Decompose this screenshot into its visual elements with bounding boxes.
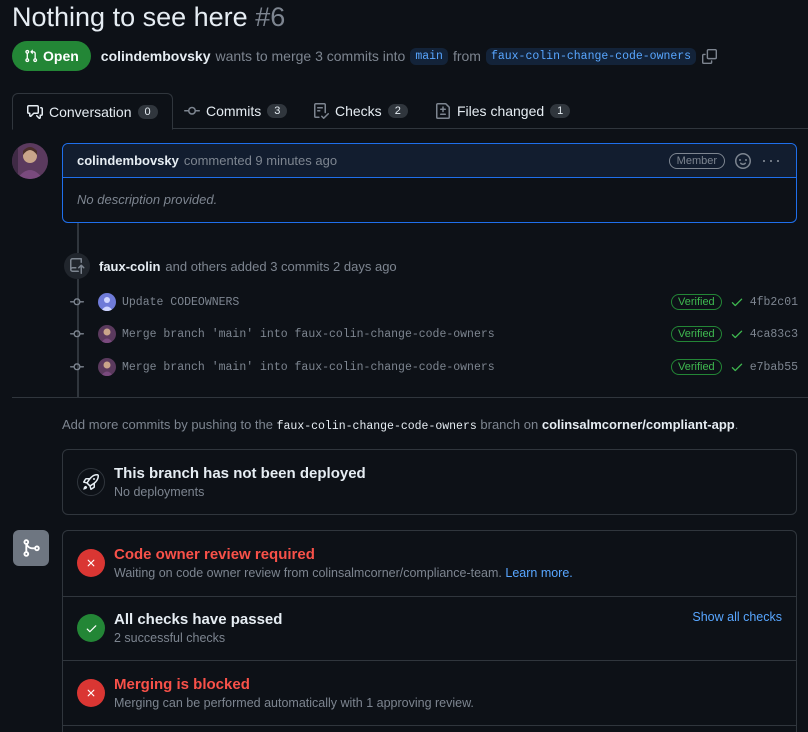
- deployment-title: This branch has not been deployed: [114, 465, 366, 482]
- pr-meta: Open colindembovsky wants to merge 3 com…: [12, 41, 718, 71]
- tab-counter: 1: [550, 104, 571, 118]
- file-diff-icon: [435, 103, 451, 119]
- deployment-status: This branch has not been deployed No dep…: [62, 449, 797, 515]
- member-badge: Member: [668, 152, 726, 169]
- deployment-subtitle: No deployments: [114, 485, 205, 499]
- hint-branch: faux-colin-change-code-owners: [276, 420, 477, 433]
- commit-avatar[interactable]: [98, 325, 116, 343]
- review-required-subtitle: Waiting on code owner review from colins…: [114, 566, 502, 580]
- check-icon[interactable]: [730, 327, 744, 341]
- commit-avatar[interactable]: [98, 293, 116, 311]
- commit-row: Merge branch 'main' into faux-colin-chan…: [70, 356, 798, 378]
- checks-subtitle: 2 successful checks: [114, 631, 226, 645]
- hint-prefix: Add more commits by pushing to the: [62, 417, 273, 432]
- timeline-divider: [12, 397, 808, 398]
- timeline-line: [77, 223, 79, 253]
- avatar[interactable]: [12, 143, 48, 179]
- push-event: faux-colin and others added 3 commits 2 …: [64, 253, 397, 279]
- tab-commits[interactable]: Commits 3: [170, 93, 301, 129]
- verified-badge[interactable]: Verified: [670, 326, 722, 342]
- git-commit-icon: [70, 295, 84, 309]
- hint-middle: branch on: [480, 417, 539, 432]
- merge-blocked-row: Merging is blocked Merging can be perfor…: [63, 674, 796, 712]
- commit-message[interactable]: Merge branch 'main' into faux-colin-chan…: [122, 328, 495, 341]
- x-circle-icon: [77, 679, 105, 707]
- row-divider: [63, 596, 796, 597]
- git-commit-icon: [184, 103, 200, 119]
- tab-counter: 0: [137, 104, 158, 119]
- review-required-row: Code owner review required Waiting on co…: [63, 544, 796, 582]
- row-divider: [63, 660, 796, 661]
- git-commit-icon: [70, 360, 84, 374]
- commit-sha[interactable]: 4fb2c01: [750, 296, 798, 309]
- pr-tabs: Conversation 0 Commits 3 Checks 2 Files …: [12, 93, 808, 130]
- verified-badge[interactable]: Verified: [670, 294, 722, 310]
- hint-suffix: .: [734, 417, 739, 432]
- learn-more-link[interactable]: Learn more.: [505, 566, 572, 580]
- merge-box: Code owner review required Waiting on co…: [62, 530, 797, 732]
- merge-text: wants to merge 3 commits into: [215, 48, 406, 64]
- tab-files-changed[interactable]: Files changed 1: [421, 93, 584, 129]
- verified-badge[interactable]: Verified: [670, 359, 722, 375]
- git-commit-icon: [70, 327, 84, 341]
- pr-description-comment: colindembovsky commented 9 minutes ago M…: [62, 143, 797, 223]
- tab-conversation[interactable]: Conversation 0: [12, 93, 173, 130]
- repo-push-icon: [64, 253, 90, 279]
- pull-request-icon: [24, 49, 38, 63]
- state-badge: Open: [12, 41, 91, 71]
- add-more-commits-hint: Add more commits by pushing to the faux-…: [62, 417, 738, 433]
- tab-counter: 3: [267, 104, 288, 118]
- tab-checks[interactable]: Checks 2: [299, 93, 422, 129]
- kebab-icon[interactable]: ···: [761, 150, 782, 171]
- git-merge-icon: [13, 530, 49, 566]
- merge-blocked-title: Merging is blocked: [114, 676, 250, 693]
- show-all-checks-button[interactable]: Show all checks: [692, 610, 782, 624]
- push-text: and others added 3 commits 2 days ago: [165, 258, 397, 274]
- comment-author[interactable]: colindembovsky: [77, 153, 179, 168]
- comment-time[interactable]: commented 9 minutes ago: [184, 153, 337, 168]
- from-text: from: [452, 48, 481, 64]
- repo-link[interactable]: colinsalmcorner/compliant-app: [542, 417, 735, 432]
- tab-label: Conversation: [49, 103, 132, 120]
- checklist-icon: [313, 103, 329, 119]
- commit-message[interactable]: Merge branch 'main' into faux-colin-chan…: [122, 361, 495, 374]
- comment-discussion-icon: [27, 104, 43, 120]
- row-divider: [63, 725, 796, 726]
- review-required-title: Code owner review required: [114, 546, 315, 563]
- base-branch[interactable]: main: [410, 47, 448, 65]
- commit-row: Update CODEOWNERS Verified 4fb2c01: [70, 291, 798, 313]
- tab-label: Files changed: [457, 103, 545, 119]
- checks-title: All checks have passed: [114, 611, 283, 628]
- smiley-icon[interactable]: [735, 152, 752, 169]
- pr-title: Nothing to see here #6: [12, 2, 285, 33]
- head-branch[interactable]: faux-colin-change-code-owners: [485, 47, 697, 65]
- pr-number: #6: [255, 2, 286, 32]
- comment-header: colindembovsky commented 9 minutes ago M…: [63, 144, 796, 178]
- rocket-icon: [77, 468, 105, 496]
- comment-body: No description provided.: [77, 192, 218, 207]
- commit-message[interactable]: Update CODEOWNERS: [122, 296, 239, 309]
- merge-blocked-subtitle: Merging can be performed automatically w…: [114, 696, 474, 710]
- check-icon[interactable]: [730, 295, 744, 309]
- commit-sha[interactable]: e7bab55: [750, 361, 798, 374]
- check-icon[interactable]: [730, 360, 744, 374]
- state-label: Open: [43, 48, 79, 64]
- pr-title-text: Nothing to see here: [12, 2, 248, 32]
- tab-label: Checks: [335, 103, 382, 119]
- checks-row: All checks have passed 2 successful chec…: [63, 609, 796, 647]
- check-circle-icon: [77, 614, 105, 642]
- pr-author-link[interactable]: colindembovsky: [101, 48, 211, 64]
- tab-label: Commits: [206, 103, 262, 119]
- tab-counter: 2: [387, 104, 408, 118]
- x-circle-icon: [77, 549, 105, 577]
- push-author[interactable]: faux-colin: [99, 259, 160, 274]
- commit-row: Merge branch 'main' into faux-colin-chan…: [70, 323, 798, 345]
- copy-icon[interactable]: [702, 48, 718, 64]
- commit-sha[interactable]: 4ca83c3: [750, 328, 798, 341]
- commit-avatar[interactable]: [98, 358, 116, 376]
